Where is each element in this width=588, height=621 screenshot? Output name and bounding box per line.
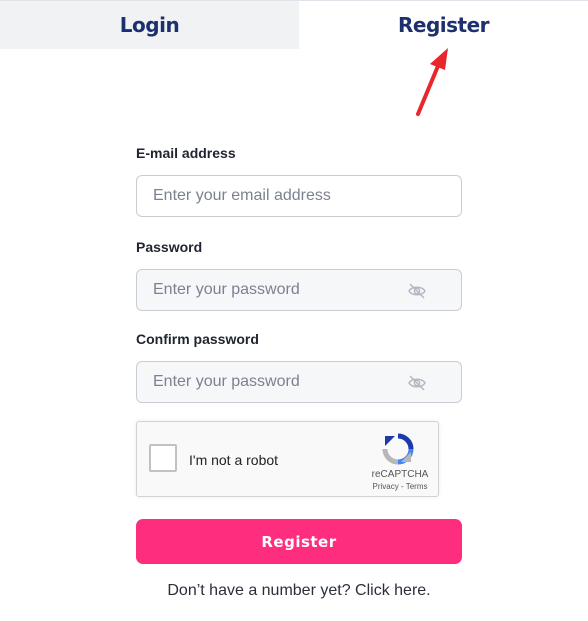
confirm-password-input[interactable] xyxy=(153,373,393,391)
recaptcha-links-separator: - xyxy=(398,482,406,491)
email-field-wrapper xyxy=(136,175,462,217)
recaptcha-widget: I'm not a robot reCAPTCHA Privacy - Term… xyxy=(136,421,439,497)
password-label: Password xyxy=(136,239,203,255)
tab-register[interactable]: Register xyxy=(299,1,588,49)
red-arrow-annotation xyxy=(416,48,448,116)
recaptcha-checkbox[interactable] xyxy=(149,444,177,472)
confirm-password-field-wrapper xyxy=(136,361,462,403)
email-label: E-mail address xyxy=(136,145,236,161)
eye-off-icon[interactable] xyxy=(407,374,427,392)
eye-off-icon[interactable] xyxy=(407,282,427,300)
email-input[interactable] xyxy=(153,187,393,205)
tab-login[interactable]: Login xyxy=(0,1,299,49)
recaptcha-label: I'm not a robot xyxy=(189,452,279,468)
password-field-wrapper xyxy=(136,269,462,311)
recaptcha-links: Privacy - Terms xyxy=(363,482,437,491)
recaptcha-logo-icon xyxy=(382,433,414,465)
recaptcha-terms-link[interactable]: Terms xyxy=(406,482,428,491)
recaptcha-privacy-link[interactable]: Privacy xyxy=(373,482,399,491)
recaptcha-brand: reCAPTCHA xyxy=(371,469,429,480)
password-input[interactable] xyxy=(153,281,393,299)
get-number-link[interactable]: Don’t have a number yet? Click here. xyxy=(0,582,588,600)
register-button[interactable]: Register xyxy=(136,519,462,564)
confirm-password-label: Confirm password xyxy=(136,331,259,347)
auth-tabs: Login Register xyxy=(0,0,588,49)
